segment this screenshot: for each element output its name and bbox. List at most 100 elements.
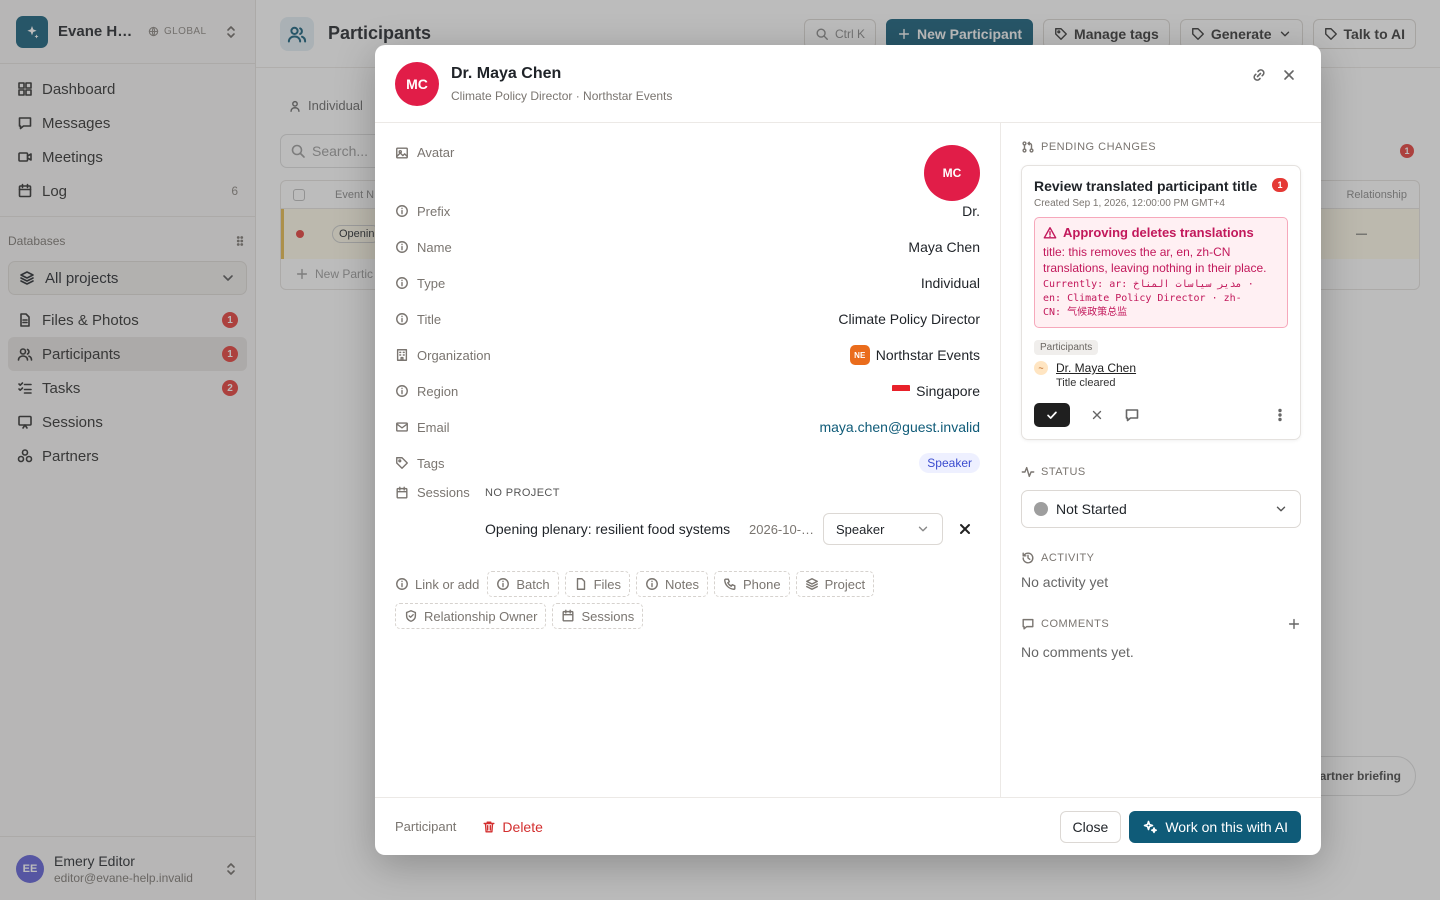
field-label: Name — [417, 239, 452, 255]
field-value: Singapore — [916, 383, 980, 399]
warning-text: title: this removes the ar, en, zh-CN tr… — [1043, 245, 1267, 275]
side-panel: PENDING CHANGES Review translated partic… — [1001, 123, 1321, 797]
warning-box: Approving deletes translations title: th… — [1034, 217, 1288, 328]
field-title[interactable]: Title Climate Policy Director — [395, 301, 980, 337]
chip-project[interactable]: Project — [795, 571, 875, 597]
field-value: Climate Policy Director — [838, 311, 980, 327]
chip-sessions[interactable]: Sessions — [552, 603, 644, 629]
field-avatar: Avatar MC — [395, 123, 980, 201]
session-name[interactable]: Opening plenary: resilient food systems — [485, 521, 739, 537]
entity-link[interactable]: Dr. Maya Chen — [1056, 361, 1136, 375]
field-organization[interactable]: Organization NE Northstar Events — [395, 337, 980, 373]
role-value: Speaker — [836, 521, 885, 537]
close-icon[interactable] — [1281, 67, 1297, 83]
avatar-upload[interactable]: MC — [924, 145, 980, 201]
info-icon — [396, 277, 408, 289]
tag-badge[interactable]: Speaker — [919, 453, 980, 473]
status-select[interactable]: Not Started — [1021, 490, 1301, 528]
pending-change-card: Review translated participant title 1 Cr… — [1021, 165, 1301, 440]
section-title: COMMENTS — [1041, 618, 1110, 630]
sparkle-icon — [1144, 820, 1158, 833]
warning-detail: Currently: ar: مدير سياسات المناخ · — [1043, 279, 1254, 290]
check-icon — [1047, 411, 1057, 419]
field-label: Tags — [417, 455, 445, 471]
message-icon — [1022, 618, 1034, 630]
warning-detail: en: Climate Policy Director · zh- — [1043, 293, 1242, 304]
chip-relationship-owner[interactable]: Relationship Owner — [395, 603, 547, 629]
close-button[interactable]: Close — [1059, 810, 1122, 843]
session-row: Opening plenary: resilient food systems … — [485, 513, 980, 545]
calendar-icon — [562, 609, 574, 622]
field-sessions: Sessions NO PROJECT Opening plenary: res… — [395, 485, 980, 545]
field-tags[interactable]: Tags Speaker — [395, 445, 980, 481]
entity-group: Participants — [1034, 340, 1099, 355]
info-icon — [396, 313, 408, 325]
field-label: Prefix — [417, 203, 451, 219]
field-label: Organization — [417, 347, 491, 363]
chip-label: Batch — [516, 576, 550, 592]
chip-label: Notes — [665, 576, 699, 592]
info-icon — [646, 578, 658, 590]
remove-session-icon[interactable] — [957, 521, 973, 537]
shield-icon — [405, 610, 417, 622]
session-role-select[interactable]: Speaker — [823, 513, 943, 545]
reject-icon[interactable] — [1090, 408, 1104, 422]
change-title[interactable]: Review translated participant title — [1034, 178, 1266, 194]
singapore-flag-icon — [892, 385, 911, 397]
warning-detail: CN: 气候政策总监 — [1043, 307, 1128, 318]
field-email[interactable]: Email maya.chen@guest.invalid — [395, 409, 980, 445]
field-prefix[interactable]: Prefix Dr. — [395, 193, 980, 229]
comment-icon[interactable] — [1124, 407, 1140, 423]
chevron-down-icon — [1276, 506, 1286, 512]
warning-title: Approving deletes translations — [1063, 225, 1254, 240]
approve-button[interactable] — [1034, 403, 1070, 427]
record-type: Participant — [395, 819, 457, 834]
edit-tilde-icon: ~ — [1034, 361, 1048, 375]
status-dot-icon — [1034, 502, 1048, 516]
field-name[interactable]: Name Maya Chen — [395, 229, 980, 265]
chip-label: Files — [593, 576, 622, 592]
building-icon — [396, 349, 408, 361]
link-icon[interactable] — [1251, 67, 1267, 83]
chip-label: Sessions — [581, 608, 635, 624]
org-logo: NE — [849, 345, 870, 365]
field-label: Avatar — [417, 145, 455, 160]
chip-batch[interactable]: Batch — [487, 571, 559, 597]
comments-empty: No comments yet. — [1021, 644, 1134, 660]
work-with-ai-button[interactable]: Work on this with AI — [1129, 810, 1301, 843]
section-title: STATUS — [1041, 466, 1086, 478]
field-region[interactable]: Region Singapore — [395, 373, 980, 409]
warning-icon — [1043, 226, 1057, 239]
chip-phone[interactable]: Phone — [714, 571, 790, 597]
add-comment-icon[interactable] — [1287, 617, 1301, 631]
file-icon — [576, 578, 585, 590]
chip-notes[interactable]: Notes — [636, 571, 708, 597]
status-value: Not Started — [1056, 501, 1127, 517]
add-field-chips: Link or add Batch Files Notes Phone Proj… — [395, 571, 895, 629]
tag-icon — [396, 457, 408, 469]
chip-label: Project — [824, 576, 866, 592]
field-type[interactable]: Type Individual — [395, 265, 980, 301]
info-icon — [396, 241, 408, 253]
session-project: NO PROJECT — [485, 487, 560, 499]
field-label: Email — [417, 419, 450, 435]
layers-icon — [805, 578, 818, 590]
more-vertical-icon[interactable] — [1272, 407, 1288, 423]
activity-empty: No activity yet — [1021, 574, 1109, 590]
delete-button[interactable]: Delete — [482, 819, 543, 835]
email-link[interactable]: maya.chen@guest.invalid — [819, 419, 980, 435]
chip-label: Phone — [743, 576, 781, 592]
activity-header: ACTIVITY — [1021, 548, 1301, 568]
field-label: Region — [417, 383, 459, 399]
field-value: Individual — [920, 275, 980, 291]
field-value: Maya Chen — [908, 239, 980, 255]
pending-changes-header: PENDING CHANGES — [1021, 137, 1301, 157]
entity-change: Title cleared — [1056, 377, 1116, 389]
modal-header: MC Dr. Maya Chen Climate Policy Director… — [375, 45, 1321, 123]
activity-pulse-icon — [1021, 466, 1035, 478]
field-value: Northstar Events — [875, 347, 980, 363]
chip-files[interactable]: Files — [564, 571, 631, 597]
info-icon — [396, 385, 408, 397]
button-label: Work on this with AI — [1165, 818, 1288, 835]
field-value: Dr. — [962, 203, 980, 219]
